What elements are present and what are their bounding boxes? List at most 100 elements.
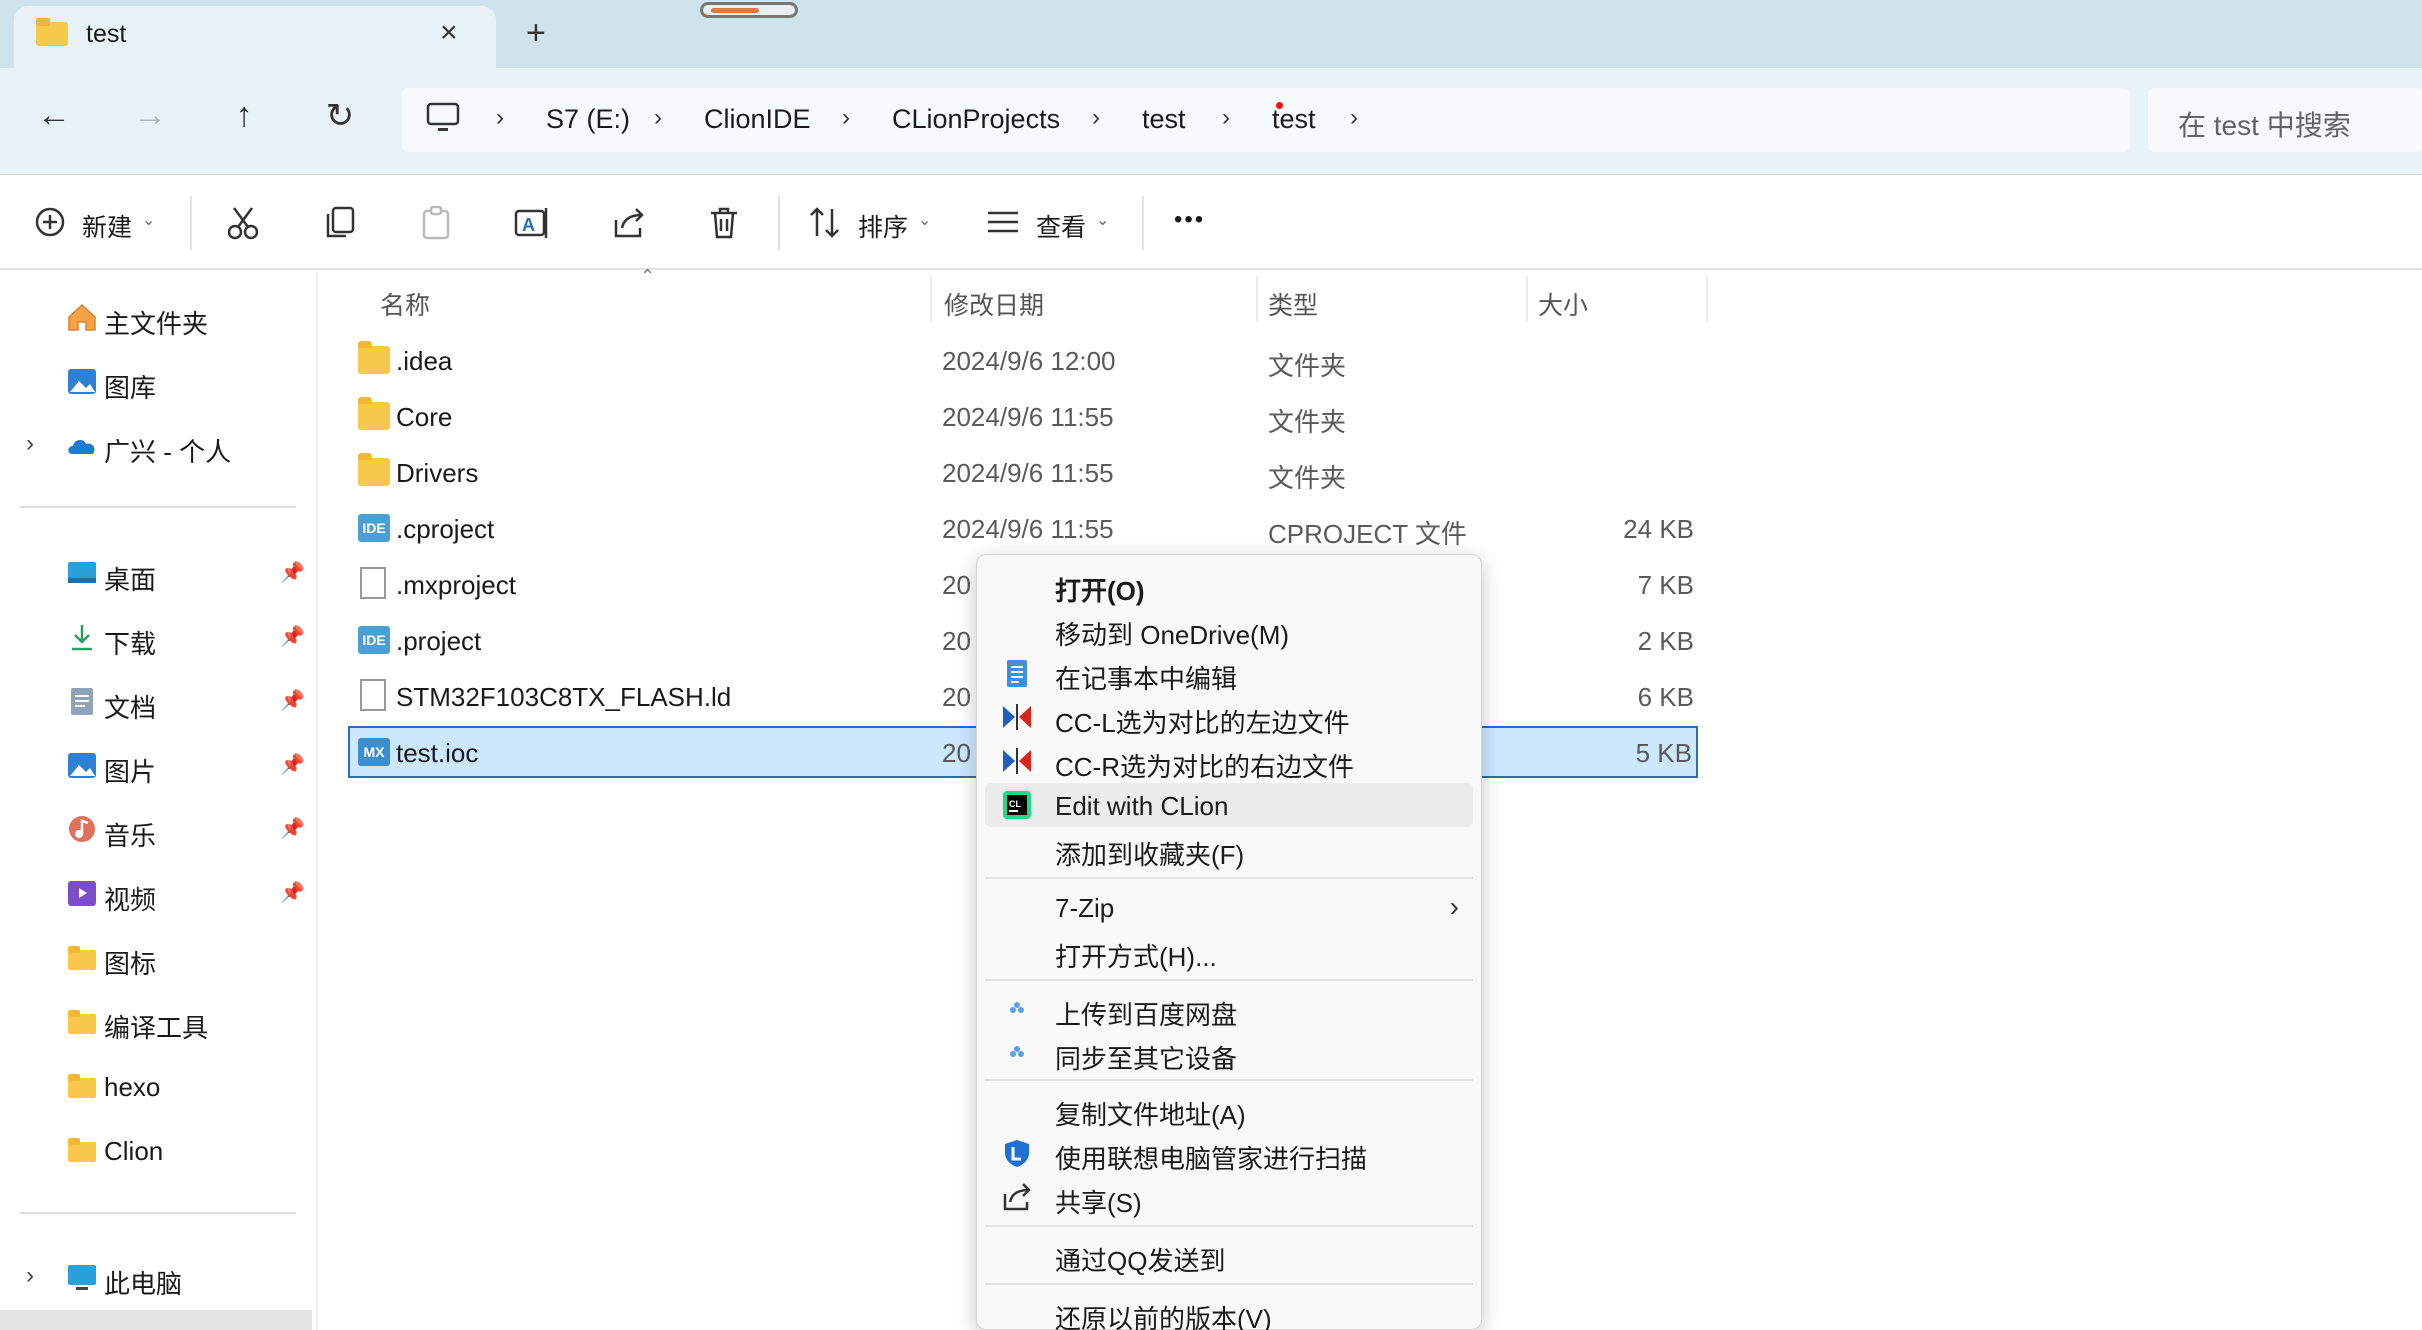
menu-separator — [985, 979, 1473, 981]
sidebar-item-clion[interactable]: Clion — [60, 1124, 310, 1176]
menu-item-share[interactable]: 共享(S) — [985, 1175, 1473, 1219]
sort-icon[interactable] — [808, 206, 842, 238]
file-name: STM32F103C8TX_FLASH.ld — [396, 682, 732, 712]
new-button[interactable]: 新建 — [82, 208, 132, 244]
sidebar-item-compile-tools[interactable]: 编译工具 — [60, 996, 310, 1048]
menu-item-edit-with-clion[interactable]: CL Edit with CLion — [985, 783, 1473, 827]
column-divider[interactable] — [930, 276, 932, 322]
up-button[interactable]: ↑ — [214, 96, 274, 135]
breadcrumb-separator[interactable]: › — [842, 104, 850, 132]
column-divider[interactable] — [1256, 276, 1258, 322]
sidebar-item-music[interactable]: 音乐 📌 — [60, 804, 310, 856]
sidebar-item-documents[interactable]: 文档 📌 — [60, 676, 310, 728]
chevron-down-icon[interactable]: ⌄ — [918, 210, 931, 230]
sidebar-item-desktop[interactable]: 桌面 📌 — [60, 548, 310, 600]
sidebar-item-gallery[interactable]: 图库 — [60, 356, 310, 408]
sidebar-item-hexo[interactable]: hexo — [60, 1060, 310, 1112]
sidebar-item-downloads[interactable]: 下载 📌 — [60, 612, 310, 664]
menu-item-lenovo-scan[interactable]: 使用联想电脑管家进行扫描 — [985, 1131, 1473, 1175]
menu-item-label: 同步至其它设备 — [1055, 1044, 1238, 1074]
sidebar-item-home[interactable]: 主文件夹 — [60, 292, 310, 344]
menu-item-label: 打开方式(H)... — [1055, 942, 1217, 972]
sidebar-item-icons-folder[interactable]: 图标 — [60, 932, 310, 984]
rename-icon[interactable]: A — [514, 206, 550, 240]
menu-item-move-to-onedrive[interactable]: 移动到 OneDrive(M) — [985, 607, 1473, 651]
sidebar-divider — [20, 1212, 296, 1214]
view-button[interactable]: 查看 — [1036, 208, 1086, 244]
paste-icon[interactable] — [420, 206, 452, 240]
search-input[interactable]: 在 test 中搜索 — [2178, 104, 2351, 144]
delete-icon[interactable] — [708, 206, 740, 240]
breadcrumb-expand-separator[interactable]: › — [1350, 104, 1358, 132]
menu-item-copy-path[interactable]: 复制文件地址(A) — [985, 1087, 1473, 1131]
pin-icon[interactable]: 📌 — [280, 560, 305, 585]
menu-item-add-to-favorites[interactable]: 添加到收藏夹(F) — [985, 827, 1473, 871]
breadcrumb-item-drive[interactable]: S7 (E:) — [546, 104, 630, 135]
pin-icon[interactable]: 📌 — [280, 816, 305, 841]
breadcrumb-item-test-1[interactable]: test — [1142, 104, 1186, 135]
column-header-modified[interactable]: 修改日期 — [944, 286, 1044, 322]
menu-item-open-with[interactable]: 打开方式(H)... — [985, 929, 1473, 973]
pin-icon[interactable]: 📌 — [280, 624, 305, 649]
column-header-size[interactable]: 大小 — [1538, 286, 1588, 322]
chevron-right-icon[interactable]: › — [26, 1262, 34, 1290]
chevron-down-icon[interactable]: ⌄ — [142, 210, 155, 230]
pin-icon[interactable]: 📌 — [280, 688, 305, 713]
gallery-icon — [68, 369, 96, 394]
menu-item-restore-previous-versions[interactable]: 还原以前的版本(V) — [985, 1291, 1473, 1330]
new-tab-button[interactable]: + — [526, 14, 546, 53]
chevron-down-icon[interactable]: ⌄ — [1096, 210, 1109, 230]
menu-item-compare-right[interactable]: CC-R选为对比的右边文件 — [985, 739, 1473, 783]
refresh-button[interactable]: ↻ — [310, 96, 370, 136]
menu-item-open[interactable]: 打开(O) — [985, 563, 1473, 607]
table-row[interactable]: Drivers 2024/9/6 11:55 文件夹 — [348, 446, 1698, 498]
ide-file-icon: IDE — [358, 626, 390, 654]
menu-item-label: 移动到 OneDrive(M) — [1055, 620, 1290, 650]
sidebar-item-pictures[interactable]: 图片 📌 — [60, 740, 310, 792]
cut-icon[interactable] — [226, 206, 260, 240]
sidebar-item-label: 文档 — [104, 693, 157, 723]
column-divider[interactable] — [1706, 276, 1708, 322]
breadcrumb-separator[interactable]: › — [1222, 104, 1230, 132]
close-icon[interactable]: × — [440, 16, 458, 50]
sidebar-item-videos[interactable]: 视频 📌 — [60, 868, 310, 920]
breadcrumb-separator[interactable]: › — [654, 104, 662, 132]
menu-separator — [985, 1225, 1473, 1227]
menu-item-send-via-qq[interactable]: 通过QQ发送到 — [985, 1233, 1473, 1277]
pin-icon[interactable]: 📌 — [280, 752, 305, 777]
computer-icon[interactable] — [426, 102, 460, 134]
chevron-right-icon[interactable]: › — [26, 430, 34, 458]
sidebar-item-onedrive[interactable]: 广兴 - 个人 — [60, 420, 310, 472]
column-header-type[interactable]: 类型 — [1268, 286, 1318, 322]
window-drag-handle[interactable] — [700, 2, 798, 18]
view-icon[interactable] — [986, 210, 1020, 234]
breadcrumb-separator[interactable]: › — [496, 104, 504, 132]
folder-icon — [358, 397, 390, 430]
breadcrumb-separator[interactable]: › — [1092, 104, 1100, 132]
pictures-icon — [68, 753, 96, 778]
more-options-button[interactable]: ••• — [1174, 206, 1205, 234]
back-button[interactable]: ← — [24, 96, 84, 135]
context-menu: 打开(O) 移动到 OneDrive(M) 在记事本中编辑 CC-L选为对比的左… — [976, 554, 1482, 1330]
table-row[interactable]: Core 2024/9/6 11:55 文件夹 — [348, 390, 1698, 442]
sort-button[interactable]: 排序 — [858, 208, 908, 244]
share-icon[interactable] — [612, 206, 646, 240]
svg-text:CL: CL — [1009, 799, 1021, 809]
forward-button[interactable]: → — [120, 96, 180, 135]
menu-item-upload-baidu[interactable]: 上传到百度网盘 — [985, 987, 1473, 1031]
column-divider[interactable] — [1526, 276, 1528, 322]
column-header-name[interactable]: 名称 — [380, 286, 430, 322]
folder-icon — [36, 18, 68, 46]
sidebar-item-this-pc[interactable]: 此电脑 — [60, 1252, 310, 1304]
menu-item-compare-left[interactable]: CC-L选为对比的左边文件 — [985, 695, 1473, 739]
menu-item-7zip[interactable]: 7-Zip › — [985, 885, 1473, 929]
table-row[interactable]: IDE .cproject 2024/9/6 11:55 CPROJECT 文件… — [348, 502, 1698, 554]
menu-item-sync-devices[interactable]: 同步至其它设备 — [985, 1031, 1473, 1075]
breadcrumb-item-clionprojects[interactable]: CLionProjects — [892, 104, 1060, 135]
copy-icon[interactable] — [324, 206, 356, 240]
pin-icon[interactable]: 📌 — [280, 880, 305, 905]
new-icon[interactable] — [34, 206, 66, 238]
breadcrumb-item-clionide[interactable]: ClionIDE — [704, 104, 811, 135]
menu-item-edit-in-notepad[interactable]: 在记事本中编辑 — [985, 651, 1473, 695]
table-row[interactable]: .idea 2024/9/6 12:00 文件夹 — [348, 334, 1698, 386]
